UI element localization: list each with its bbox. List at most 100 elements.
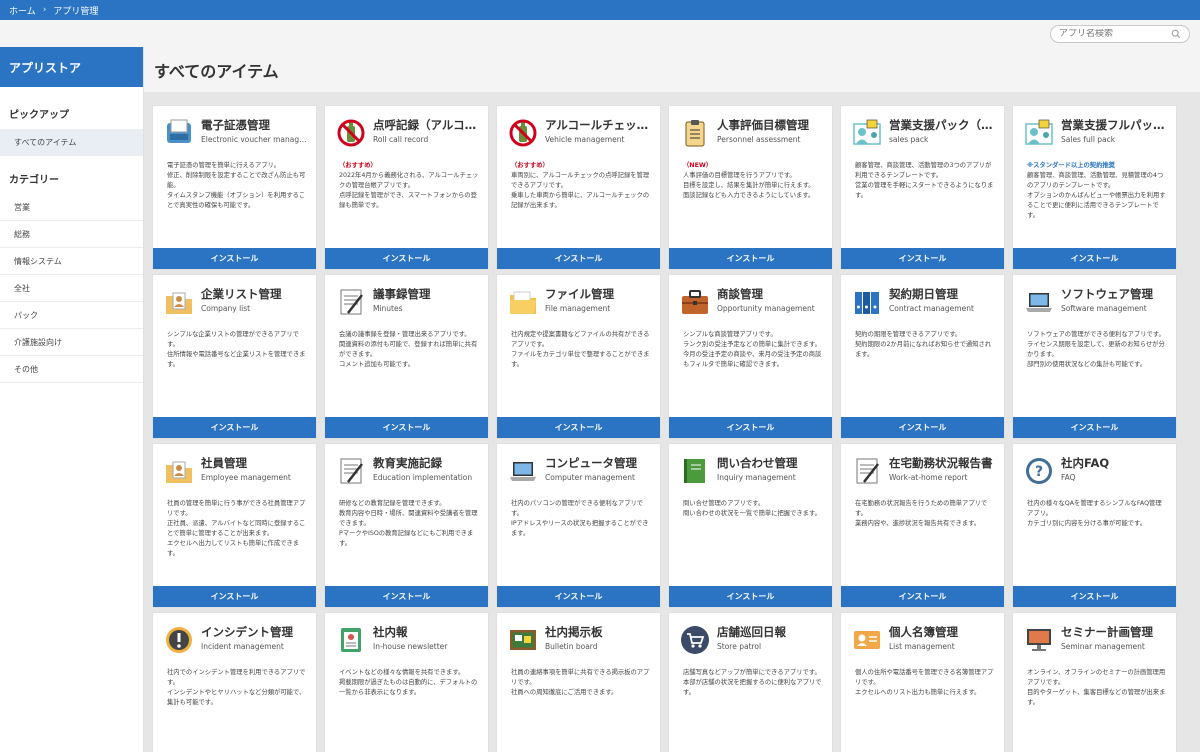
install-button[interactable]: インストール <box>153 248 316 269</box>
install-button[interactable]: インストール <box>1013 586 1176 607</box>
app-card-description-text: オンライン、オフラインのセミナーの計画管理用アプリです。 目的やターゲット、集客… <box>1027 669 1166 706</box>
app-card[interactable]: 点呼記録（アルコ… Roll call record （おすすめ） 2022年4月から… <box>325 106 488 269</box>
app-card-description-text: 問い合せ管理のアプリです。 問い合わせの状況を一覧で簡単に把握できます。 <box>683 500 821 517</box>
app-card[interactable]: 営業支援フルパッ… Sales full pack ※スタンダード以上の契約推奨 顧客… <box>1013 106 1176 269</box>
app-card-title: 企業リスト管理 <box>201 287 282 301</box>
install-button[interactable]: インストール <box>669 248 832 269</box>
app-card-subtitle: Personnel assessment <box>717 135 801 144</box>
notepad-icon <box>856 458 879 484</box>
app-card-description: 社内でのインシデント管理を利用できるアプリです。 インシデントやヒヤリハットなど… <box>167 668 307 708</box>
sidebar-item-category[interactable]: 総務 <box>0 221 143 248</box>
install-button[interactable]: インストール <box>669 586 832 607</box>
app-card-description: 在宅勤務の状況報告を行うための簡単アプリです。 業務内容や、進捗状況を報告共有で… <box>855 499 995 529</box>
install-button[interactable]: インストール <box>841 586 1004 607</box>
app-card-subtitle: Incident management <box>201 642 284 651</box>
app-card[interactable]: 個人名簿管理 List management 個人の住所や電話番号を管理できる名簿管… <box>841 613 1004 752</box>
app-card-subtitle: Contract management <box>889 304 974 313</box>
app-card[interactable]: 在宅勤務状況報告書 Work-at-home report 在宅勤務の状況報告を行う… <box>841 444 1004 607</box>
app-card[interactable]: 議事録管理 Minutes 会議の議事録を登録・管理出来るアプリです。 関連資料の添… <box>325 275 488 438</box>
app-card-subtitle: Seminar management <box>1061 642 1145 651</box>
install-button[interactable]: インストール <box>1013 417 1176 438</box>
contact-card-icon <box>854 631 880 649</box>
app-card-description-text: 人事評価の目標管理を行うアプリです。 目標を設定し、結果を集計が簡単に行えます。… <box>683 172 815 199</box>
app-card[interactable]: 店舗巡回日報 Store patrol 店舗写真などアップが簡単にできるアプリです。… <box>669 613 832 752</box>
app-card-description-text: 在宅勤務の状況報告を行うための簡単アプリです。 業務内容や、進捗状況を報告共有で… <box>855 500 988 527</box>
app-card-title: 在宅勤務状況報告書 <box>889 456 993 470</box>
app-card-title: 社内FAQ <box>1061 456 1110 470</box>
app-card[interactable]: セミナー計画管理 Seminar management オンライン、オフラインのセミ… <box>1013 613 1176 752</box>
app-card[interactable]: ファイル管理 File management 社内規定や提案書籍などファイルの共有が… <box>497 275 660 438</box>
app-card[interactable]: インシデント管理 Incident management 社内でのインシデント管理を… <box>153 613 316 752</box>
install-button[interactable]: インストール <box>325 417 488 438</box>
app-card-description: 個人の住所や電話番号を管理できる名簿管理アプリです。 エクセルへのリスト出力も簡… <box>855 668 995 698</box>
search-icon[interactable] <box>1171 28 1181 40</box>
app-card[interactable]: 企業リスト管理 Company list シンプルな企業リストの管理ができるアプリで… <box>153 275 316 438</box>
app-card[interactable]: 電子証憑管理 Electronic voucher manage… 電子証憑の管理を… <box>153 106 316 269</box>
app-card[interactable]: 契約期日管理 Contract management 契約の期限を管理できるアプリで… <box>841 275 1004 438</box>
install-button[interactable]: インストール <box>669 417 832 438</box>
app-card[interactable]: アルコールチェッ… Vehicle management （おすすめ） 車両別に、アル… <box>497 106 660 269</box>
app-card[interactable]: 社員管理 Employee management 社員の管理を簡単に行う事ができる社… <box>153 444 316 607</box>
sidebar-section-pickup: ピックアップ <box>9 109 69 121</box>
sidebar-item-pickup[interactable]: すべてのアイテム <box>0 129 143 156</box>
search-input[interactable] <box>1059 29 1171 39</box>
install-button[interactable]: インストール <box>1013 248 1176 269</box>
app-card-description-text: 社員の連絡事項を簡単に共有できる掲示板のアプリです。 社員への周知徹底にご活用で… <box>511 669 650 696</box>
app-card-description: 電子証憑の管理を簡単に行えるアプリ。 修正、削除制限を設定することで改ざん防止も… <box>167 161 307 211</box>
app-card[interactable]: 社内報 In-house newsletter イベントなどの様々な情報を共有できま… <box>325 613 488 752</box>
breadcrumb-home[interactable]: ホーム <box>9 4 36 17</box>
app-card-description-text: イベントなどの様々な情報を共有できます。 掲載期限が過ぎたものは自動的に、デフォ… <box>339 669 478 696</box>
install-button[interactable]: インストール <box>325 586 488 607</box>
app-card-description-text: 店舗写真などアップが簡単にできるアプリです。 本部が店舗の状況を把握するのに便利… <box>683 669 822 696</box>
app-search[interactable] <box>1050 25 1190 43</box>
app-card-title: 電子証憑管理 <box>201 118 270 132</box>
sidebar: アプリストア ピックアップ すべてのアイテム カテゴリー 営業 総務 情報システム全… <box>0 47 144 752</box>
app-card-title: 店舗巡回日報 <box>717 625 786 639</box>
app-grid-area: 電子証憑管理 Electronic voucher manage… 電子証憑の管理を… <box>144 92 1200 752</box>
install-button[interactable]: インストール <box>841 248 1004 269</box>
sidebar-item-category[interactable]: 情報システム <box>0 248 143 275</box>
app-card[interactable]: ? 社内FAQ FAQ 社内の様々なQAを管理するシンプルなFAQ管理アプリ。 カテゴ… <box>1013 444 1176 607</box>
notebook-icon <box>684 459 705 483</box>
app-card-title: 社内掲示板 <box>545 625 603 639</box>
monitor-icon <box>1027 629 1051 651</box>
app-card-subtitle: Opportunity management <box>717 304 815 313</box>
breadcrumb-current[interactable]: アプリ管理 <box>53 4 98 17</box>
sidebar-item-category[interactable]: パック <box>0 302 143 329</box>
app-card[interactable]: コンピュータ管理 Computer management 社内のパソコンの管理ができ… <box>497 444 660 607</box>
app-card-title: 営業支援パック（… <box>889 118 993 132</box>
app-card-subtitle: Employee management <box>201 473 291 482</box>
sidebar-item-category[interactable]: 全社 <box>0 275 143 302</box>
sidebar-item-category[interactable]: 介護施設向け <box>0 329 143 356</box>
install-button[interactable]: インストール <box>497 586 660 607</box>
sidebar-item-category[interactable]: 営業 <box>0 194 143 221</box>
app-card-description: 社員の管理を簡単に行う事ができる社員管理アプリです。 正社員、派遣、アルバイトな… <box>167 499 307 559</box>
app-card-description-text: 2022年4月から義務化される、アルコールチェックの管理台帳アプリです。 点呼記… <box>339 172 479 209</box>
app-card[interactable]: 人事評価目標管理 Personnel assessment （NEW） 人事評価の目標… <box>669 106 832 269</box>
people-chart-icon <box>853 119 881 145</box>
notepad-icon <box>340 289 363 315</box>
install-button[interactable]: インストール <box>153 417 316 438</box>
sidebar-item-category[interactable]: その他 <box>0 356 143 383</box>
app-card[interactable]: 問い合わせ管理 Inquiry management 問い合せ管理のアプリです。 問… <box>669 444 832 607</box>
app-card-description-text: 車両別に、アルコールチェックの点呼記録を管理できるアプリです。 乗車した車両から… <box>511 172 650 209</box>
app-card-description: 問い合せ管理のアプリです。 問い合わせの状況を一覧で簡単に把握できます。 <box>683 499 823 519</box>
app-card[interactable]: 社内掲示板 Bulletin board 社員の連絡事項を簡単に共有できる掲示板のア… <box>497 613 660 752</box>
app-card-title: 点呼記録（アルコ… <box>373 118 477 132</box>
app-card[interactable]: 商談管理 Opportunity management シンプルな商談管理アプリです… <box>669 275 832 438</box>
install-button[interactable]: インストール <box>497 417 660 438</box>
app-card-title: 契約期日管理 <box>889 287 958 301</box>
category-list: 営業 総務 情報システム 全社 パック 介護施設向け その他 <box>0 194 143 383</box>
install-button[interactable]: インストール <box>325 248 488 269</box>
install-button[interactable]: インストール <box>497 248 660 269</box>
app-card[interactable]: 営業支援パック（… sales pack 顧客管理、商談管理、活動管理の3つのアプリ… <box>841 106 1004 269</box>
app-card[interactable]: 教育実施記録 Education implementation 研修などの教育記録を… <box>325 444 488 607</box>
app-card-title: 議事録管理 <box>373 287 431 301</box>
bulletin-board-icon <box>510 630 536 650</box>
app-card-subtitle: Education implementation <box>373 473 473 482</box>
install-button[interactable]: インストール <box>841 417 1004 438</box>
install-button[interactable]: インストール <box>153 586 316 607</box>
app-card-tag: ※スタンダード以上の契約推奨 <box>1027 162 1115 169</box>
app-card[interactable]: ソフトウェア管理 Software management ソフトウェアの管理ができる… <box>1013 275 1176 438</box>
app-card-description: （おすすめ） 2022年4月から義務化される、アルコールチェックの管理台帳アプリで… <box>339 161 479 211</box>
